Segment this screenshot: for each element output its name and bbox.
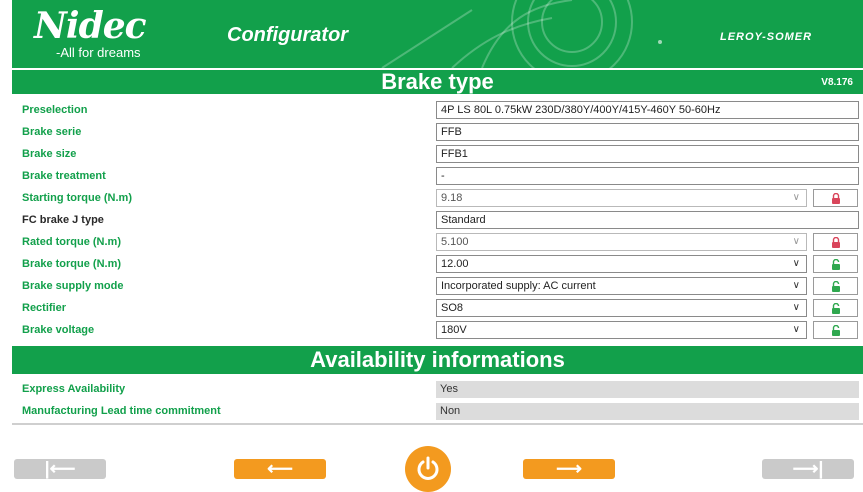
divider bbox=[12, 423, 863, 425]
first-arrow-icon: |⟵ bbox=[44, 458, 76, 479]
field-label: Rectifier bbox=[22, 302, 67, 314]
field-select[interactable]: 9.18 ∨ bbox=[436, 189, 807, 207]
availability-row: Express Availability Yes bbox=[12, 378, 863, 400]
field-select[interactable]: 12.00 ∨ bbox=[436, 255, 807, 273]
form-row: Rectifier SO8 ∨ bbox=[12, 297, 863, 319]
field-label: Brake serie bbox=[22, 126, 82, 138]
availability-table: Express Availability Yes Manufacturing L… bbox=[12, 378, 863, 422]
field-input[interactable]: - bbox=[436, 167, 859, 185]
lock-closed-icon bbox=[832, 237, 840, 248]
section-title: Availability informations bbox=[310, 347, 565, 372]
configurator-window: Nidec -All for dreams Configurator LEROY… bbox=[0, 0, 863, 492]
chevron-down-icon: ∨ bbox=[792, 258, 800, 269]
lock-toggle-button[interactable] bbox=[813, 233, 858, 251]
form-row: Brake torque (N.m) 12.00 ∨ bbox=[12, 253, 863, 275]
availability-header: Availability informations bbox=[12, 344, 863, 374]
lock-open-icon bbox=[832, 281, 840, 292]
app-title: Configurator bbox=[227, 24, 349, 46]
form-row: Rated torque (N.m) 5.100 ∨ bbox=[12, 231, 863, 253]
field-input[interactable]: 4P LS 80L 0.75kW 230D/380Y/400Y/415Y-460… bbox=[436, 101, 859, 119]
form-row: Brake voltage 180V ∨ bbox=[12, 319, 863, 341]
chevron-down-icon: ∨ bbox=[792, 280, 800, 291]
field-value: 12.00 bbox=[441, 258, 469, 270]
lock-closed-icon bbox=[832, 193, 840, 204]
brake-form: Preselection 4P LS 80L 0.75kW 230D/380Y/4… bbox=[12, 99, 863, 341]
form-row: Preselection 4P LS 80L 0.75kW 230D/380Y/4… bbox=[12, 99, 863, 121]
chevron-down-icon: ∨ bbox=[792, 324, 800, 335]
brand-logo: LEROY-SOMER bbox=[720, 31, 813, 43]
field-value: SO8 bbox=[441, 302, 464, 314]
field-label: Starting torque (N.m) bbox=[22, 192, 132, 204]
field-select[interactable]: Incorporated supply: AC current ∨ bbox=[436, 277, 807, 295]
next-button[interactable]: ⟶ bbox=[523, 459, 615, 479]
left-arrow-icon: ⟵ bbox=[267, 458, 293, 479]
row-value: Yes bbox=[436, 381, 859, 398]
availability-row: Manufacturing Lead time commitment Non bbox=[12, 400, 863, 422]
field-value: Incorporated supply: AC current bbox=[441, 280, 596, 292]
lock-toggle-button[interactable] bbox=[813, 321, 858, 339]
version-label: V8.176 bbox=[821, 77, 853, 88]
power-icon bbox=[417, 456, 439, 480]
lock-toggle-button[interactable] bbox=[813, 277, 858, 295]
right-arrow-icon: ⟶ bbox=[556, 458, 582, 479]
field-input[interactable]: FFB bbox=[436, 123, 859, 141]
row-label: Manufacturing Lead time commitment bbox=[22, 405, 221, 417]
field-value: 5.100 bbox=[441, 236, 469, 248]
previous-button[interactable]: ⟵ bbox=[234, 459, 326, 479]
form-row: Brake supply mode Incorporated supply: AC… bbox=[12, 275, 863, 297]
section-title: Brake type bbox=[381, 69, 494, 94]
field-label: Brake torque (N.m) bbox=[22, 258, 122, 270]
field-label: FC brake J type bbox=[22, 214, 104, 226]
field-select[interactable]: 5.100 ∨ bbox=[436, 233, 807, 251]
lock-open-icon bbox=[832, 259, 840, 270]
lock-toggle-button[interactable] bbox=[813, 299, 858, 317]
field-label: Rated torque (N.m) bbox=[22, 236, 121, 248]
row-value: Non bbox=[436, 403, 859, 420]
field-input[interactable]: Standard bbox=[436, 211, 859, 229]
header-banner: Nidec -All for dreams Configurator LEROY… bbox=[12, 0, 863, 68]
field-select[interactable]: SO8 ∨ bbox=[436, 299, 807, 317]
lock-toggle-button[interactable] bbox=[813, 189, 858, 207]
lock-open-icon bbox=[832, 303, 840, 314]
last-arrow-icon: ⟶| bbox=[792, 458, 824, 479]
field-value: 9.18 bbox=[441, 192, 463, 204]
last-page-button[interactable]: ⟶| bbox=[762, 459, 854, 479]
field-label: Brake size bbox=[22, 148, 77, 160]
chevron-down-icon: ∨ bbox=[792, 192, 800, 203]
field-select[interactable]: 180V ∨ bbox=[436, 321, 807, 339]
field-label: Brake supply mode bbox=[22, 280, 124, 292]
chevron-down-icon: ∨ bbox=[792, 236, 800, 247]
form-row: Brake treatment - bbox=[12, 165, 863, 187]
chevron-down-icon: ∨ bbox=[792, 302, 800, 313]
brake-type-header: Brake type V8.176 bbox=[12, 68, 863, 94]
logo-tagline: -All for dreams bbox=[56, 45, 141, 60]
form-row: FC brake J type Standard bbox=[12, 209, 863, 231]
field-label: Preselection bbox=[22, 104, 88, 116]
form-row: Starting torque (N.m) 9.18 ∨ bbox=[12, 187, 863, 209]
row-label: Express Availability bbox=[22, 383, 126, 395]
field-label: Brake treatment bbox=[22, 170, 106, 182]
form-row: Brake size FFB1 bbox=[12, 143, 863, 165]
lock-open-icon bbox=[832, 325, 840, 336]
power-button[interactable] bbox=[405, 446, 451, 492]
field-label: Brake voltage bbox=[22, 324, 95, 336]
field-value: 180V bbox=[441, 324, 467, 336]
logo-wordmark: Nidec bbox=[34, 5, 147, 47]
lock-toggle-button[interactable] bbox=[813, 255, 858, 273]
field-input[interactable]: FFB1 bbox=[436, 145, 859, 163]
first-page-button[interactable]: |⟵ bbox=[14, 459, 106, 479]
nidec-logo: Nidec -All for dreams bbox=[34, 5, 147, 60]
form-row: Brake serie FFB bbox=[12, 121, 863, 143]
